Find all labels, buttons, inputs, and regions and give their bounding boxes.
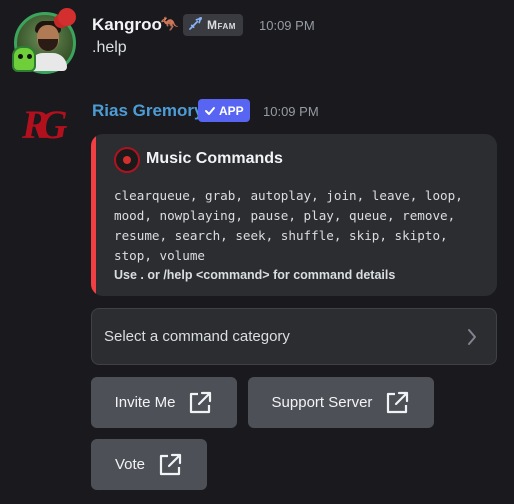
support-server-label: Support Server [271,394,373,411]
external-link-icon [159,453,182,475]
chevron-right-icon [466,327,478,353]
embed-card: Music Commands clearqueue, grab, autopla… [91,134,497,296]
message-text: .help [92,39,127,56]
vote-button[interactable]: Vote [91,439,207,490]
embed-title: Music Commands [146,150,283,167]
app-badge-label: APP [219,103,244,118]
username[interactable]: Kangroo [92,15,162,35]
vote-label: Vote [114,456,146,473]
invite-me-label: Invite Me [114,394,176,411]
timestamp: 10:09 PM [259,18,315,33]
sword-icon [189,17,202,33]
server-tag[interactable]: Mfam [183,14,243,36]
support-server-button[interactable]: Support Server [248,377,434,428]
invite-me-button[interactable]: Invite Me [91,377,237,428]
bot-avatar[interactable]: RG [22,103,68,147]
external-link-icon [387,391,409,413]
server-tag-label: Mfam [207,18,236,32]
command-category-select[interactable]: Select a command category [91,308,497,365]
bot-username[interactable]: Rias Gremory [92,101,204,121]
avatar-decoration-rose [58,8,76,26]
select-placeholder: Select a command category [104,328,290,345]
external-link-icon [190,391,212,413]
embed-footer: Use . or /help <command> for command det… [114,268,396,282]
timestamp: 10:09 PM [263,104,319,119]
avatar-decoration-cactus [12,46,36,72]
embed-accent-bar [91,134,96,296]
app-badge: APP [198,99,250,122]
kangaroo-emoji: 🦘 [160,16,179,33]
check-icon [205,106,215,115]
embed-description: clearqueue, grab, autoplay, join, leave,… [114,188,463,263]
music-disc-icon [114,147,140,173]
